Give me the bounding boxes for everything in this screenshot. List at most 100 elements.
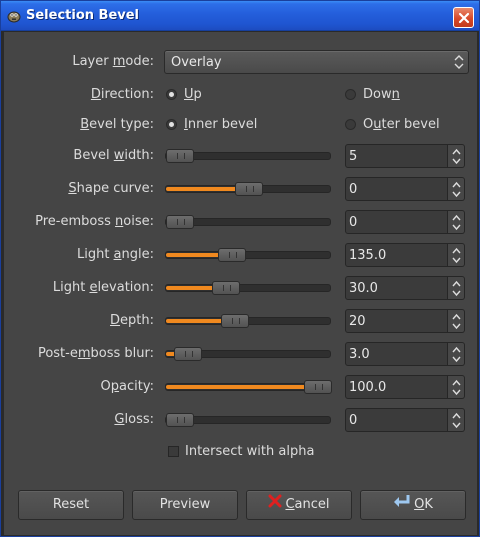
spin-field[interactable]: 30.0 (345, 276, 448, 300)
slider-track[interactable] (165, 182, 331, 196)
spin-buttons[interactable] (448, 144, 465, 168)
direction-down-label[interactable]: Down (363, 87, 400, 102)
gimp-icon (7, 9, 21, 23)
chevron-up-icon[interactable] (452, 313, 461, 320)
spin-buttons[interactable] (448, 243, 465, 267)
intersect-checkbox[interactable] (168, 446, 179, 457)
slider-thumb[interactable] (218, 248, 246, 262)
slider-thumb[interactable] (166, 215, 194, 229)
spin-field[interactable]: 3.0 (345, 342, 448, 366)
direction-label: Direction: (90, 87, 154, 102)
chevron-down-icon[interactable] (452, 191, 461, 198)
dialog-window: Selection Bevel Layer mode: Overlay Dire… (0, 0, 480, 537)
chevron-up-icon[interactable] (452, 346, 461, 353)
reset-button-label: Reset (52, 497, 90, 512)
slider-row: Pre-emboss noise: 0 (4, 210, 478, 236)
slider-label: Light elevation: (52, 280, 154, 295)
spin-buttons[interactable] (448, 408, 465, 432)
spin-buttons[interactable] (448, 177, 465, 201)
layer-mode-row: Layer mode: Overlay (4, 50, 478, 76)
spin-value: 0 (349, 413, 358, 428)
slider-thumb[interactable] (212, 281, 240, 295)
spin-buttons[interactable] (448, 375, 465, 399)
slider-row: Post-emboss blur: 3.0 (4, 342, 478, 368)
slider-thumb[interactable] (235, 182, 263, 196)
slider-thumb[interactable] (304, 380, 332, 394)
slider-track[interactable] (165, 314, 331, 328)
slider-track[interactable] (165, 413, 331, 427)
slider-track[interactable] (165, 215, 331, 229)
inner-bevel-radio[interactable] (166, 119, 177, 130)
spin-value: 20 (349, 314, 366, 329)
bevel-type-row: Bevel type: Inner bevel Outer bevel (4, 113, 478, 139)
slider-fill (166, 286, 216, 290)
cancel-button[interactable]: Cancel (246, 490, 352, 520)
slider-fill (166, 253, 222, 257)
spin-field[interactable]: 0 (345, 210, 448, 234)
slider-thumb[interactable] (166, 413, 194, 427)
close-button[interactable] (453, 7, 474, 28)
chevron-up-icon[interactable] (452, 247, 461, 254)
slider-track[interactable] (165, 347, 331, 361)
layer-mode-combo[interactable]: Overlay (164, 50, 469, 74)
chevron-up-icon[interactable] (452, 214, 461, 221)
intersect-label[interactable]: Intersect with alpha (185, 444, 314, 459)
spin-field[interactable]: 135.0 (345, 243, 448, 267)
chevron-down-icon[interactable] (452, 158, 461, 165)
spin-buttons[interactable] (448, 276, 465, 300)
chevron-up-icon[interactable] (452, 148, 461, 155)
chevron-up-icon[interactable] (452, 181, 461, 188)
spin-buttons[interactable] (448, 210, 465, 234)
spin-value: 30.0 (349, 281, 378, 296)
title-bar[interactable]: Selection Bevel (1, 1, 479, 31)
slider-thumb[interactable] (174, 347, 202, 361)
slider-track[interactable] (165, 281, 331, 295)
chevron-down-icon[interactable] (452, 290, 461, 297)
spin-field[interactable]: 20 (345, 309, 448, 333)
chevron-down-icon[interactable] (452, 257, 461, 264)
direction-row: Direction: Up Down (4, 83, 478, 109)
slider-track[interactable] (165, 248, 331, 262)
preview-button-label: Preview (159, 497, 211, 512)
chevron-down-icon[interactable] (452, 389, 461, 396)
outer-bevel-radio[interactable] (345, 119, 356, 130)
chevron-up-icon[interactable] (452, 412, 461, 419)
slider-fill (166, 187, 239, 191)
spin-buttons[interactable] (448, 309, 465, 333)
slider-row: Shape curve: 0 (4, 177, 478, 203)
spin-field[interactable]: 0 (345, 408, 448, 432)
chevron-down-icon[interactable] (452, 356, 461, 363)
chevron-down-icon[interactable] (452, 224, 461, 231)
spin-field[interactable]: 5 (345, 144, 448, 168)
window-title: Selection Bevel (26, 8, 140, 23)
slider-thumb[interactable] (166, 149, 194, 163)
slider-fill (166, 319, 225, 323)
slider-thumb[interactable] (221, 314, 249, 328)
chevron-up-icon[interactable] (452, 280, 461, 287)
chevron-down-icon[interactable] (452, 422, 461, 429)
close-icon (458, 12, 470, 24)
layer-mode-value: Overlay (171, 55, 222, 70)
preview-button[interactable]: Preview (132, 490, 238, 520)
spin-value: 3.0 (349, 347, 370, 362)
dialog-body: Layer mode: Overlay Direction: Up Down B… (3, 32, 477, 535)
ok-button[interactable]: OK (360, 490, 466, 520)
spin-value: 135.0 (349, 248, 387, 263)
slider-row: Gloss: 0 (4, 408, 478, 434)
outer-bevel-label[interactable]: Outer bevel (363, 117, 440, 132)
ok-button-label: OK (414, 497, 433, 512)
chevron-down-icon[interactable] (452, 323, 461, 330)
inner-bevel-label[interactable]: Inner bevel (184, 117, 257, 132)
spin-field[interactable]: 100.0 (345, 375, 448, 399)
spin-value: 0 (349, 182, 358, 197)
direction-up-label[interactable]: Up (184, 87, 202, 102)
slider-track[interactable] (165, 380, 332, 394)
direction-down-radio[interactable] (345, 89, 356, 100)
updown-arrows-icon (454, 55, 464, 73)
chevron-up-icon[interactable] (452, 379, 461, 386)
reset-button[interactable]: Reset (18, 490, 124, 520)
spin-buttons[interactable] (448, 342, 465, 366)
spin-field[interactable]: 0 (345, 177, 448, 201)
direction-up-radio[interactable] (166, 89, 177, 100)
slider-track[interactable] (165, 149, 331, 163)
